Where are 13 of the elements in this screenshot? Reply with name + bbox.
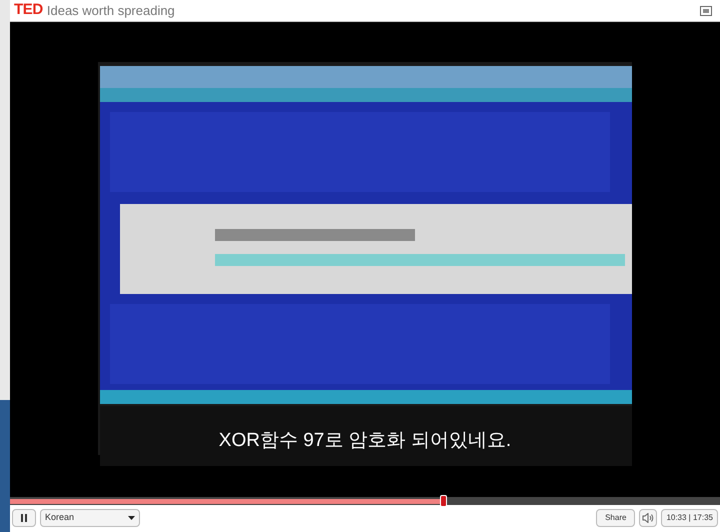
speaker-icon <box>642 513 654 523</box>
fullscreen-icon[interactable] <box>700 6 712 16</box>
tagline: Ideas worth spreading <box>46 2 175 20</box>
ted-logo[interactable]: TED <box>14 0 43 22</box>
progress-handle[interactable] <box>440 495 448 507</box>
share-button[interactable]: Share <box>596 509 636 527</box>
pause-button[interactable] <box>12 509 36 527</box>
caret-icon <box>128 516 135 520</box>
pause-icon <box>21 514 27 522</box>
subtitle: XOR함수 97로 암호화 되어있네요. <box>218 429 512 453</box>
language-dropdown[interactable]: Korean <box>40 509 140 527</box>
volume-button[interactable] <box>639 509 658 527</box>
time-display: 10:33 | 17:35 <box>661 509 718 527</box>
